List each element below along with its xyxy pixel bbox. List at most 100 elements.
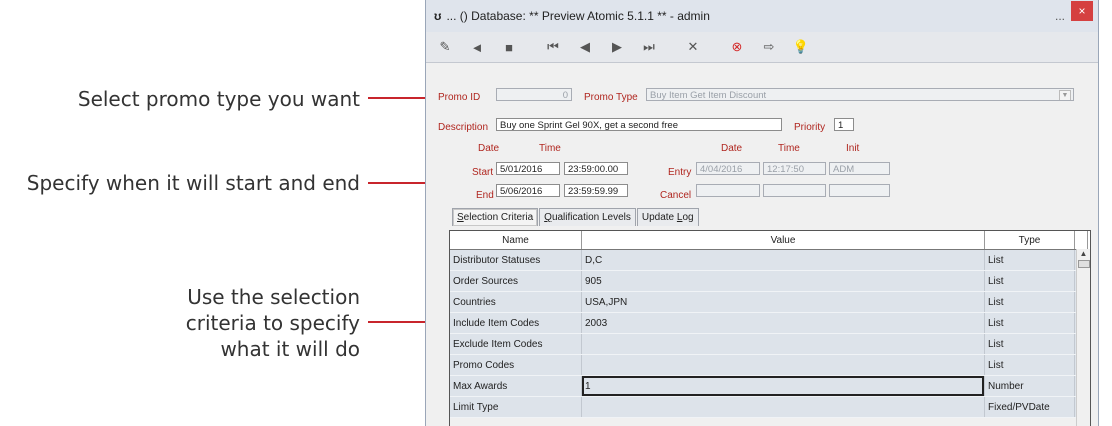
cell-value[interactable] (582, 397, 985, 417)
table-row[interactable]: Max Awards 1 Number (450, 376, 1090, 397)
start-time-header: Time (539, 143, 561, 154)
promo-id-label: Promo ID (438, 92, 481, 103)
entry-date-field[interactable]: 4/04/2016 (696, 162, 760, 175)
entry-time-field[interactable]: 12:17:50 (763, 162, 826, 175)
cell-value[interactable]: 1 (582, 376, 985, 396)
app-window: ʊ ... () Database: ** Preview Atomic 5.1… (425, 0, 1099, 426)
tab-0[interactable]: Selection Criteria (452, 208, 539, 226)
entry-init-field[interactable]: ADM (829, 162, 890, 175)
cancel-date-field[interactable] (696, 184, 760, 197)
cell-name: Limit Type (450, 397, 582, 417)
app-icon: ʊ (434, 9, 442, 23)
table-row[interactable]: Distributor Statuses D,C List (450, 250, 1090, 271)
callout-line-1: Use the selection (187, 285, 360, 309)
description-label: Description (438, 122, 489, 133)
cell-type: List (985, 334, 1075, 354)
start-date-header: Date (478, 143, 500, 154)
promo-type-dropdown[interactable]: Buy Item Get Item Discount ▼ (646, 88, 1074, 101)
cell-name: Max Awards (450, 376, 582, 396)
entry-label: Entry (668, 167, 692, 178)
entry-date-header: Date (721, 143, 743, 154)
callout-start-end: Specify when it will start and end (26, 171, 360, 195)
title-bar: ʊ ... () Database: ** Preview Atomic 5.1… (426, 0, 1098, 32)
new-icon[interactable]: ✎ (432, 36, 458, 58)
tab-label-rest: og (682, 212, 694, 223)
callout-line-2: criteria to specify (185, 311, 360, 335)
cell-type: List (985, 271, 1075, 291)
cell-value[interactable] (582, 355, 985, 375)
cancel-init-field[interactable] (829, 184, 890, 197)
grid-header: Name Value Type (450, 231, 1090, 250)
table-row[interactable]: Order Sources 905 List (450, 271, 1090, 292)
cell-value[interactable] (582, 334, 985, 354)
entry-time-header: Time (778, 143, 800, 154)
tab-label-prefix: Update (641, 212, 677, 223)
column-header-type[interactable]: Type (985, 231, 1075, 249)
end-date-field[interactable]: 5/06/2016 (496, 184, 560, 197)
cell-type: Fixed/PVDate (985, 397, 1075, 417)
grid-body: Distributor Statuses D,C List Order Sources… (450, 250, 1090, 418)
table-row[interactable]: Limit Type Fixed/PVDate (450, 397, 1090, 418)
cancel-label: Cancel (660, 190, 692, 201)
description-field[interactable]: Buy one Sprint Gel 90X, get a second fre… (496, 118, 782, 131)
cell-name: Distributor Statuses (450, 250, 582, 270)
dropdown-arrow-icon[interactable]: ▼ (1059, 90, 1071, 100)
scroll-up-icon[interactable]: ▲ (1077, 249, 1090, 258)
promo-type-label: Promo Type (584, 92, 638, 103)
tab-strip: Selection Criteria Qualification Levels Up… (452, 208, 700, 226)
first-record-icon[interactable]: ⏮ (540, 36, 566, 58)
tab-2[interactable]: Update Log (636, 208, 699, 226)
tab-accelerator: Q (544, 212, 552, 223)
cell-name: Include Item Codes (450, 313, 582, 333)
help-icon[interactable]: 💡 (788, 36, 814, 58)
cancel-icon[interactable]: ⊗ (724, 36, 750, 58)
tab-accelerator: S (457, 212, 464, 223)
cell-name: Countries (450, 292, 582, 312)
prev-record-icon[interactable]: ◀ (572, 36, 598, 58)
priority-field[interactable]: 1 (834, 118, 854, 131)
column-header-value[interactable]: Value (582, 231, 985, 249)
close-button[interactable]: × (1071, 1, 1093, 21)
promo-id-field[interactable]: 0 (496, 88, 572, 101)
cell-name: Order Sources (450, 271, 582, 291)
callout-promo-type: Select promo type you want (77, 87, 360, 111)
tab-label-rest: election Criteria (463, 212, 534, 223)
table-row[interactable]: Exclude Item Codes List (450, 334, 1090, 355)
start-time-field[interactable]: 23:59:00.00 (564, 162, 628, 175)
column-header-name[interactable]: Name (450, 231, 582, 249)
cell-type: List (985, 355, 1075, 375)
entry-init-header: Init (846, 143, 860, 154)
tab-1[interactable]: Qualification Levels (539, 208, 636, 226)
cell-name: Exclude Item Codes (450, 334, 582, 354)
cell-value[interactable]: 905 (582, 271, 985, 291)
selection-criteria-grid: Name Value Type Distributor Statuses D,C L… (449, 230, 1091, 426)
exit-icon[interactable]: ⇨ (756, 36, 782, 58)
table-row[interactable]: Include Item Codes 2003 List (450, 313, 1090, 334)
next-record-icon[interactable]: ▶ (604, 36, 630, 58)
last-record-icon[interactable]: ⏭ (636, 36, 662, 58)
scroll-thumb[interactable] (1078, 260, 1090, 268)
cell-value[interactable]: 2003 (582, 313, 985, 333)
promo-form: Promo ID 0 Promo Type Buy Item Get Item … (434, 70, 1091, 426)
start-date-field[interactable]: 5/01/2016 (496, 162, 560, 175)
table-row[interactable]: Countries USA,JPN List (450, 292, 1090, 313)
delete-icon[interactable]: ✕ (680, 36, 706, 58)
promo-type-value: Buy Item Get Item Discount (650, 90, 767, 101)
cell-value[interactable]: USA,JPN (582, 292, 985, 312)
back-icon[interactable]: ◄ (464, 36, 490, 58)
callout-line-3: what it will do (220, 337, 360, 361)
table-row[interactable]: Promo Codes List (450, 355, 1090, 376)
cell-type: List (985, 250, 1075, 270)
save-icon[interactable]: ■ (496, 36, 522, 58)
cell-type: List (985, 292, 1075, 312)
column-header-spacer (1075, 231, 1088, 249)
cancel-time-field[interactable] (763, 184, 826, 197)
start-label: Start (472, 167, 494, 178)
cell-name: Promo Codes (450, 355, 582, 375)
toolbar: ✎ ◄ ■ ⏮ ◀ ▶ ⏭ ✕ ⊗ ⇨ 💡 (426, 32, 1098, 63)
minimize-button[interactable]: ... (1055, 9, 1065, 23)
vertical-scrollbar[interactable]: ▲ (1076, 249, 1090, 426)
cell-value[interactable]: D,C (582, 250, 985, 270)
end-time-field[interactable]: 23:59:59.99 (564, 184, 628, 197)
end-label: End (476, 190, 494, 201)
